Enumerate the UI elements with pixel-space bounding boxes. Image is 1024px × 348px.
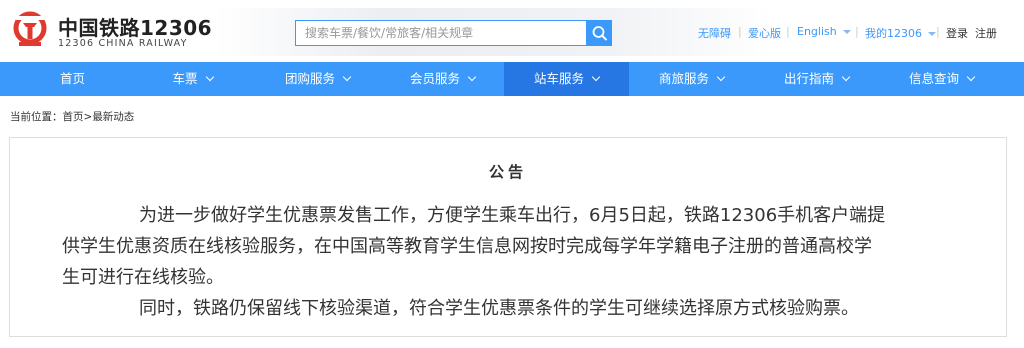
nav-item-member-service[interactable]: 会员服务 <box>380 62 505 96</box>
breadcrumb-prefix: 当前位置： <box>10 111 63 123</box>
accessibility-link[interactable]: 无障碍 <box>698 25 731 41</box>
language-dropdown[interactable]: English <box>797 25 851 38</box>
notice-paragraph-line: 为进一步做好学生优惠票发售工作，方便学生乘车出行，6月5日起，铁路12306手机… <box>139 205 886 226</box>
nav-item-label: 信息查询 <box>908 71 959 86</box>
login-link[interactable]: 登录 <box>946 25 968 41</box>
nav-item-label: 首页 <box>59 71 85 86</box>
nav-item-business-travel[interactable]: 商旅服务 <box>629 62 754 96</box>
breadcrumb-current[interactable]: 最新动态 <box>92 111 134 123</box>
nav-item-group-service[interactable]: 团购服务 <box>255 62 380 96</box>
breadcrumb: 当前位置：首页>最新动态 <box>10 109 134 124</box>
register-link[interactable]: 注册 <box>975 25 997 41</box>
nav-item-label: 会员服务 <box>409 71 460 86</box>
language-label: English <box>797 25 837 38</box>
notice-paragraph-line: 生可进行在线核验。 <box>62 267 224 288</box>
chevron-down-icon <box>842 30 851 34</box>
top-links: 无障碍 | 爱心版 | English | 我的12306 | 登录 注册 <box>0 25 1024 41</box>
nav-item-label: 站车服务 <box>533 71 584 86</box>
nav-item-travel-guide[interactable]: 出行指南 <box>754 62 879 96</box>
chevron-down-icon <box>928 32 936 36</box>
my-account-label: 我的12306 <box>865 27 922 40</box>
nav-item-home[interactable]: 首页 <box>10 62 135 96</box>
breadcrumb-home-link[interactable]: 首页 <box>63 111 84 123</box>
chevron-down-icon <box>342 72 352 82</box>
nav-item-label: 商旅服务 <box>658 71 709 86</box>
brand-name-en: 12306 CHINA RAILWAY <box>58 38 188 49</box>
breadcrumb-separator: > <box>83 111 93 123</box>
chevron-down-icon <box>591 72 601 82</box>
divider: | <box>786 25 790 38</box>
chevron-down-icon <box>716 72 726 82</box>
notice-panel: 公告 为进一步做好学生优惠票发售工作，方便学生乘车出行，6月5日起，铁路1230… <box>9 137 1007 337</box>
chevron-down-icon <box>205 72 214 82</box>
nav-item-label: 团购服务 <box>284 71 335 86</box>
notice-paragraph-line: 供学生优惠资质在线核验服务，在中国高等教育学生信息网按时完成每学年学籍电子注册的… <box>62 236 872 257</box>
notice-title: 公告 <box>488 163 527 181</box>
main-nav: 首页 车票 团购服务 会员服务 站车服务 商旅服务 出行指南 信息查询 <box>0 62 1024 96</box>
care-mode-link[interactable]: 爱心版 <box>748 25 781 41</box>
divider: | <box>936 25 940 38</box>
chevron-down-icon <box>467 72 477 82</box>
chevron-down-icon <box>966 72 976 82</box>
nav-item-label: 车票 <box>172 71 198 86</box>
divider: | <box>738 25 742 38</box>
nav-item-info-query[interactable]: 信息查询 <box>879 62 1004 96</box>
site-header: 中国铁路12306 12306 CHINA RAILWAY 无障碍 | 爱心版 … <box>0 0 1024 62</box>
nav-item-label: 出行指南 <box>783 71 834 86</box>
nav-item-station-service[interactable]: 站车服务 <box>504 62 629 96</box>
chevron-down-icon <box>841 72 851 82</box>
nav-item-tickets[interactable]: 车票 <box>130 62 255 96</box>
my-account-dropdown[interactable]: 我的12306 <box>865 25 936 41</box>
notice-paragraph-line: 同时，铁路仍保留线下核验渠道，符合学生优惠票条件的学生可继续选择原方式核验购票。 <box>139 298 859 319</box>
divider: | <box>855 25 859 38</box>
